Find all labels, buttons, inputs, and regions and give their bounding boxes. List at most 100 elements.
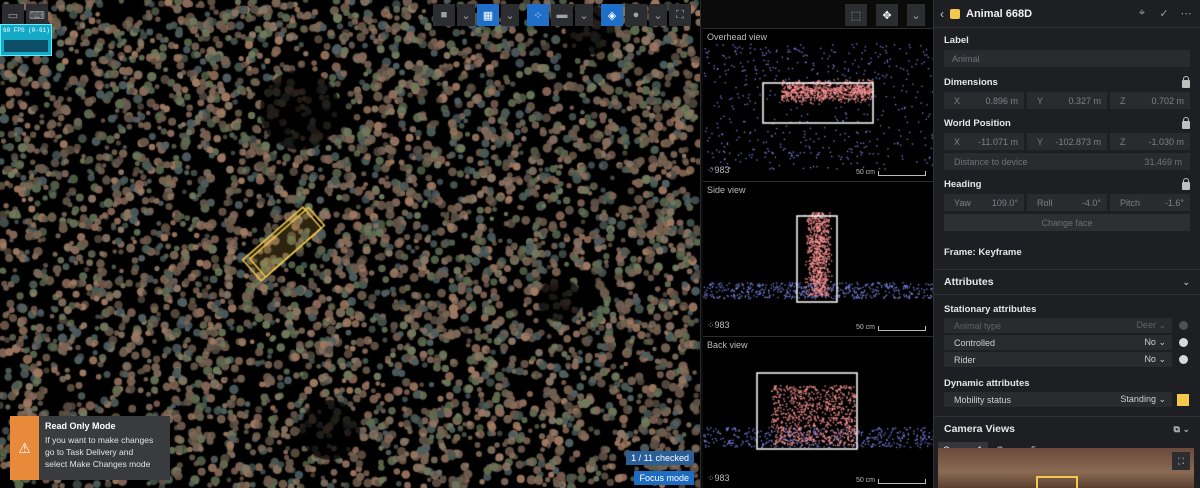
- lock-icon[interactable]: [1182, 177, 1190, 190]
- point-count: ⁘983: [707, 473, 730, 484]
- expand-icon[interactable]: ⛶: [1172, 452, 1190, 470]
- axis-label: Y: [1037, 95, 1044, 106]
- distance-value: 31.469 m: [1144, 156, 1182, 167]
- label-input[interactable]: Animal: [944, 50, 1190, 67]
- axis-value: 0.327 m: [1068, 95, 1101, 106]
- heading-row: Yaw 109.0° Roll -4.0° Pitch -1.6°: [944, 194, 1190, 211]
- attr-value: Deer: [1136, 320, 1156, 330]
- scale-bar: 50 cm: [856, 477, 926, 484]
- axis-value: -1.030 m: [1148, 136, 1184, 147]
- chevron-down-icon[interactable]: ⌄: [1182, 277, 1190, 288]
- scale-label: 50 cm: [855, 169, 875, 176]
- object-details-panel: ‹ Animal 668D ⌖ ✓ ⋯ Label Animal Dimensi…: [933, 0, 1200, 488]
- yaw-field[interactable]: Yaw 109.0°: [944, 194, 1024, 211]
- dimension-z-field[interactable]: Z 0.702 m: [1110, 92, 1190, 109]
- attr-name: Animal type: [954, 320, 1002, 331]
- camera-icon-button[interactable]: ■: [433, 4, 455, 26]
- axis-value: 0.896 m: [985, 95, 1018, 106]
- palette-icon[interactable]: [1176, 353, 1190, 367]
- rider-select[interactable]: Rider No ⌄: [944, 352, 1172, 367]
- check-icon[interactable]: ✓: [1156, 7, 1172, 20]
- palette-icon[interactable]: [1176, 319, 1190, 333]
- palette-icon[interactable]: [1176, 336, 1190, 350]
- checked-counter[interactable]: 1 / 11 checked: [626, 451, 694, 465]
- point-count: ⁘983: [707, 320, 730, 331]
- axis-label: Z: [1120, 136, 1126, 147]
- layout-grid-icon-button[interactable]: ▦: [477, 4, 499, 26]
- dimensions-heading-text: Dimensions: [944, 77, 998, 88]
- position-z-field[interactable]: Z -1.030 m: [1110, 133, 1190, 150]
- move-icon-button[interactable]: ✥: [876, 4, 898, 26]
- axis-label: Yaw: [954, 197, 971, 208]
- dimensions-heading: Dimensions: [944, 75, 1190, 89]
- dimensions-row: X 0.896 m Y 0.327 m Z 0.702 m: [944, 92, 1190, 109]
- position-y-field[interactable]: Y -102.873 m: [1027, 133, 1107, 150]
- focus-mode-badge[interactable]: Focus mode: [634, 471, 694, 485]
- video-icon-button[interactable]: ▭: [2, 4, 24, 26]
- lock-icon[interactable]: [1182, 116, 1190, 129]
- camera-annotation-box[interactable]: [1036, 476, 1078, 488]
- world-position-heading: World Position: [944, 116, 1190, 130]
- side-view[interactable]: Side view ⁘983 50 cm: [703, 181, 934, 336]
- change-face-button[interactable]: Change face: [944, 214, 1190, 231]
- keyboard-icon-button[interactable]: ⌨: [26, 4, 48, 26]
- heading-heading: Heading: [944, 177, 1190, 191]
- layers-icon-button[interactable]: ◈: [601, 4, 623, 26]
- attr-value: No: [1144, 354, 1156, 364]
- back-view[interactable]: Back view ⁘983 50 cm: [703, 336, 934, 488]
- mobility-status-select[interactable]: Mobility status Standing ⌄: [944, 392, 1172, 407]
- scale-label: 50 cm: [855, 477, 875, 484]
- point-count-value: 983: [714, 320, 730, 330]
- attribute-row-rider: Rider No ⌄: [944, 352, 1190, 367]
- chevron-down-icon[interactable]: ⌄: [501, 4, 519, 26]
- projection-views: ⬚ ✥ ⌄ Overhead view ⁘983 50 cm Side view…: [700, 0, 934, 488]
- chevron-left-icon[interactable]: ‹: [940, 7, 944, 21]
- more-icon[interactable]: ⋯: [1178, 7, 1194, 20]
- object-color-swatch: [950, 8, 960, 19]
- point-cloud-canvas[interactable]: [0, 0, 700, 488]
- heading-heading-text: Heading: [944, 179, 982, 190]
- chevron-down-icon[interactable]: ⌄: [575, 4, 593, 26]
- external-link-icon[interactable]: ⧉: [1174, 424, 1180, 434]
- axis-label: X: [954, 136, 961, 147]
- view-title: Overhead view: [707, 32, 768, 42]
- chevron-down-icon[interactable]: ⌄: [907, 4, 925, 26]
- dimension-x-field[interactable]: X 0.896 m: [944, 92, 1024, 109]
- label-heading-text: Label: [944, 35, 969, 46]
- camera-views-section-header[interactable]: Camera Views ⧉ ⌄: [934, 417, 1200, 441]
- animal-type-select[interactable]: Animal type Deer ⌄: [944, 318, 1172, 333]
- tag-icon-button[interactable]: ▬: [551, 4, 573, 26]
- main-3d-viewport[interactable]: ▭ ⌨ ■ ⌄ ▦ ⌄ ⁘ ▬ ⌄ ◈ ● ⌄ ⛶ 60 FPS (0-61) …: [0, 0, 700, 488]
- points-icon: ⁘: [707, 473, 715, 483]
- dimension-y-field[interactable]: Y 0.327 m: [1027, 92, 1107, 109]
- back-view-canvas[interactable]: [703, 337, 934, 488]
- side-view-canvas[interactable]: [703, 182, 934, 336]
- circle-icon-button[interactable]: ●: [625, 4, 647, 26]
- axis-label: Y: [1037, 136, 1044, 147]
- camera-views-heading: Camera Views: [944, 423, 1016, 435]
- axis-value: -1.6°: [1164, 197, 1184, 208]
- attr-name: Controlled: [954, 337, 996, 348]
- color-swatch-button[interactable]: [1176, 393, 1190, 407]
- chevron-down-icon[interactable]: ⌄: [649, 4, 667, 26]
- overhead-view[interactable]: Overhead view ⁘983 50 cm: [703, 28, 934, 181]
- lock-icon[interactable]: [1182, 75, 1190, 88]
- pitch-field[interactable]: Pitch -1.6°: [1110, 194, 1190, 211]
- fullscreen-icon-button[interactable]: ⛶: [669, 4, 691, 26]
- attr-value: Standing: [1120, 394, 1156, 404]
- controlled-select[interactable]: Controlled No ⌄: [944, 335, 1172, 350]
- crop-icon-button[interactable]: ⬚: [845, 4, 867, 26]
- attributes-section-header[interactable]: Attributes ⌄: [934, 270, 1200, 294]
- axis-label: Pitch: [1120, 197, 1141, 208]
- chevron-down-icon[interactable]: ⌄: [1182, 424, 1190, 434]
- select-points-icon-button[interactable]: ⁘: [527, 4, 549, 26]
- camera-image[interactable]: ⛶: [938, 448, 1194, 488]
- view-title: Side view: [707, 185, 746, 195]
- chevron-down-icon[interactable]: ⌄: [457, 4, 475, 26]
- camera-header-icons: ⧉ ⌄: [1174, 424, 1191, 435]
- position-x-field[interactable]: X -11.071 m: [944, 133, 1024, 150]
- label-input-value: Animal: [952, 53, 980, 64]
- overhead-view-canvas[interactable]: [703, 29, 934, 181]
- target-icon[interactable]: ⌖: [1134, 7, 1150, 20]
- roll-field[interactable]: Roll -4.0°: [1027, 194, 1107, 211]
